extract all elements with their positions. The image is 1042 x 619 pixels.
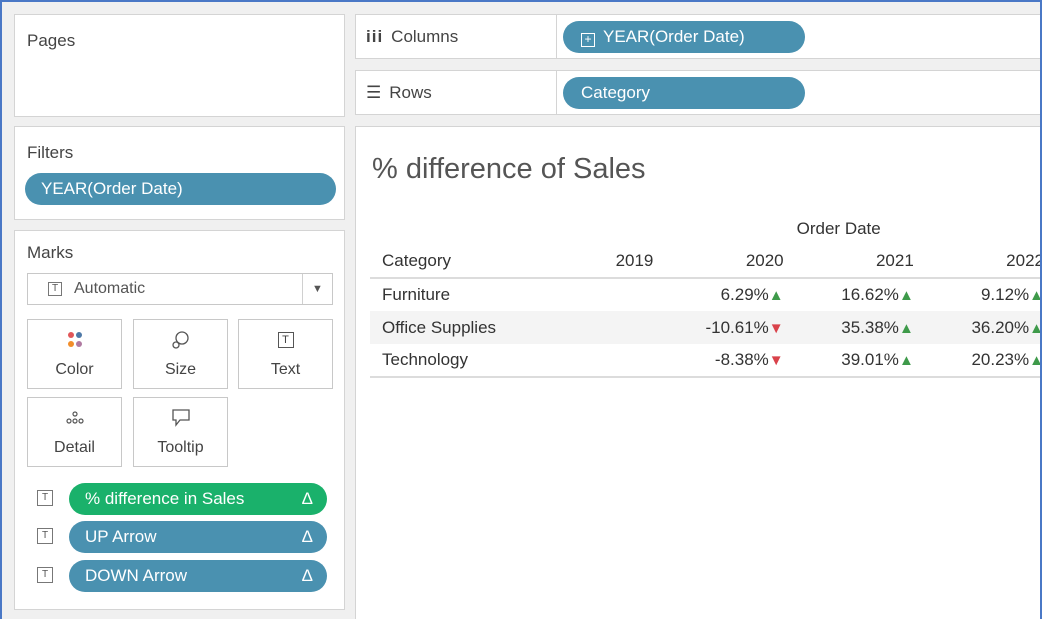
text-mark-icon: T: [48, 282, 62, 296]
color-icon: [28, 330, 121, 350]
row-category[interactable]: Furniture: [370, 278, 545, 311]
text-button[interactable]: T Text: [238, 319, 333, 389]
up-arrow-icon: ▲: [898, 319, 914, 337]
year-header[interactable]: 2020: [663, 245, 794, 279]
table-cell[interactable]: -8.38%▼: [663, 344, 794, 378]
table-row: Furniture 6.29%▲ 16.62%▲ 9.12%▲: [370, 278, 1042, 311]
table-cell[interactable]: 36.20%▲: [923, 311, 1042, 344]
columns-label: iii Columns: [366, 15, 458, 59]
cell-value: 36.20%: [971, 317, 1030, 337]
tooltip-label: Tooltip: [157, 439, 204, 456]
table-cell[interactable]: 35.38%▲: [793, 311, 924, 344]
view-title: % difference of Sales: [372, 153, 646, 185]
shelf-divider: [556, 71, 557, 114]
table-cell[interactable]: [545, 278, 664, 311]
text-label: Text: [270, 361, 301, 378]
field-pill-down-arrow[interactable]: DOWN Arrow Δ: [69, 560, 327, 592]
up-arrow-icon: ▲: [898, 287, 914, 304]
empty-header-cell: [370, 212, 545, 245]
tooltip-icon: [134, 408, 227, 428]
table-cell[interactable]: [544, 344, 664, 378]
field-pill-label: UP Arrow: [85, 527, 157, 546]
field-pill-pct-difference-in-sales[interactable]: % difference in Sales Δ: [69, 483, 327, 515]
size-button[interactable]: Size: [133, 319, 228, 389]
columns-shelf[interactable]: iii Columns + YEAR(Order Date): [355, 14, 1042, 59]
detail-icon: [28, 408, 121, 428]
rows-icon: ☰: [366, 83, 382, 102]
text-encoding-icon: T: [37, 490, 53, 506]
size-icon: [134, 330, 227, 350]
table-cell[interactable]: 39.01%▲: [793, 344, 924, 378]
cell-value: 9.12%: [980, 285, 1030, 304]
row-header-category[interactable]: Category: [370, 245, 545, 279]
tooltip-button[interactable]: Tooltip: [133, 397, 228, 467]
crosstab-table: Order Date Category 2019 2020 2021 2022 …: [370, 212, 1042, 378]
field-pill-label: % difference in Sales: [85, 489, 245, 508]
rows-label-text: Rows: [389, 83, 432, 102]
color-label: Color: [55, 361, 94, 378]
detail-button[interactable]: Detail: [27, 397, 122, 467]
columns-pill-year-order-date[interactable]: + YEAR(Order Date): [563, 21, 805, 53]
text-icon: T: [239, 330, 332, 350]
mark-type-value: Automatic: [74, 280, 146, 297]
up-arrow-icon: ▲: [768, 287, 784, 304]
year-header[interactable]: 2019: [544, 245, 664, 279]
detail-label: Detail: [54, 439, 95, 456]
row-category[interactable]: Office Supplies: [370, 311, 545, 344]
up-arrow-icon: ▲: [898, 352, 914, 369]
column-header-row: Category 2019 2020 2021 2022: [370, 245, 1042, 279]
table-row: Technology -8.38%▼ 39.01%▲ 20.23%▲: [370, 344, 1042, 378]
cell-value: 35.38%: [841, 317, 899, 337]
down-arrow-icon: ▼: [768, 352, 784, 369]
cell-value: 16.62%: [841, 285, 899, 304]
cell-value: -10.61%: [705, 317, 769, 337]
table-cell[interactable]: [544, 311, 664, 344]
down-arrow-icon: ▼: [768, 319, 784, 337]
worksheet-view: % difference of Sales Order Date Categor…: [355, 126, 1042, 619]
size-label: Size: [164, 361, 197, 378]
year-header[interactable]: 2021: [793, 245, 924, 279]
cell-value: 20.23%: [971, 350, 1030, 369]
expand-icon[interactable]: +: [581, 33, 595, 47]
marks-card: Marks T Automatic ▼ Color Size T Text De…: [14, 230, 345, 610]
text-encoding-icon: T: [37, 528, 53, 544]
text-encoding-icon: T: [37, 567, 53, 583]
cell-value: 6.29%: [720, 285, 769, 304]
table-row: Office Supplies -10.61%▼ 35.38%▲ 36.20%▲: [370, 311, 1042, 344]
columns-icon: iii: [366, 27, 384, 46]
tableau-workspace: Pages iii Columns + YEAR(Order Date) ☰ Rows…: [0, 0, 1042, 619]
cell-value: 39.01%: [841, 350, 899, 369]
columns-label-text: Columns: [391, 27, 459, 46]
filters-shelf[interactable]: Filters YEAR(Order Date): [14, 126, 345, 220]
pages-title: Pages: [27, 31, 76, 50]
row-category[interactable]: Technology: [370, 344, 545, 378]
rows-shelf[interactable]: ☰ Rows Category: [355, 70, 1042, 115]
column-group-header[interactable]: Order Date: [663, 212, 1042, 245]
color-button[interactable]: Color: [27, 319, 122, 389]
shelf-divider: [556, 15, 557, 58]
delta-icon: Δ: [301, 527, 313, 546]
table-cell[interactable]: 20.23%▲: [923, 344, 1042, 378]
table-cell[interactable]: 16.62%▲: [794, 278, 924, 311]
year-header[interactable]: 2022: [923, 245, 1042, 279]
filter-pill-year-order-date[interactable]: YEAR(Order Date): [25, 173, 336, 205]
rows-pill-category[interactable]: Category: [563, 77, 805, 109]
cell-value: -8.38%: [714, 350, 769, 369]
chevron-down-icon[interactable]: ▼: [302, 274, 332, 304]
filters-title: Filters: [27, 143, 74, 162]
table-cell[interactable]: -10.61%▼: [663, 311, 794, 344]
field-pill-up-arrow[interactable]: UP Arrow Δ: [69, 521, 327, 553]
table-cell[interactable]: 9.12%▲: [924, 278, 1042, 311]
empty-header-cell: [545, 212, 664, 245]
pages-shelf[interactable]: Pages: [14, 14, 345, 117]
mark-type-dropdown[interactable]: T Automatic ▼: [27, 273, 333, 305]
column-group-header-row: Order Date: [370, 212, 1042, 245]
table-cell[interactable]: 6.29%▲: [663, 278, 793, 311]
delta-icon: Δ: [301, 566, 313, 585]
delta-icon: Δ: [301, 489, 313, 508]
rows-label: ☰ Rows: [366, 71, 432, 115]
field-pill-label: DOWN Arrow: [85, 566, 187, 585]
marks-title: Marks: [27, 243, 74, 262]
columns-pill-label: YEAR(Order Date): [603, 27, 745, 46]
